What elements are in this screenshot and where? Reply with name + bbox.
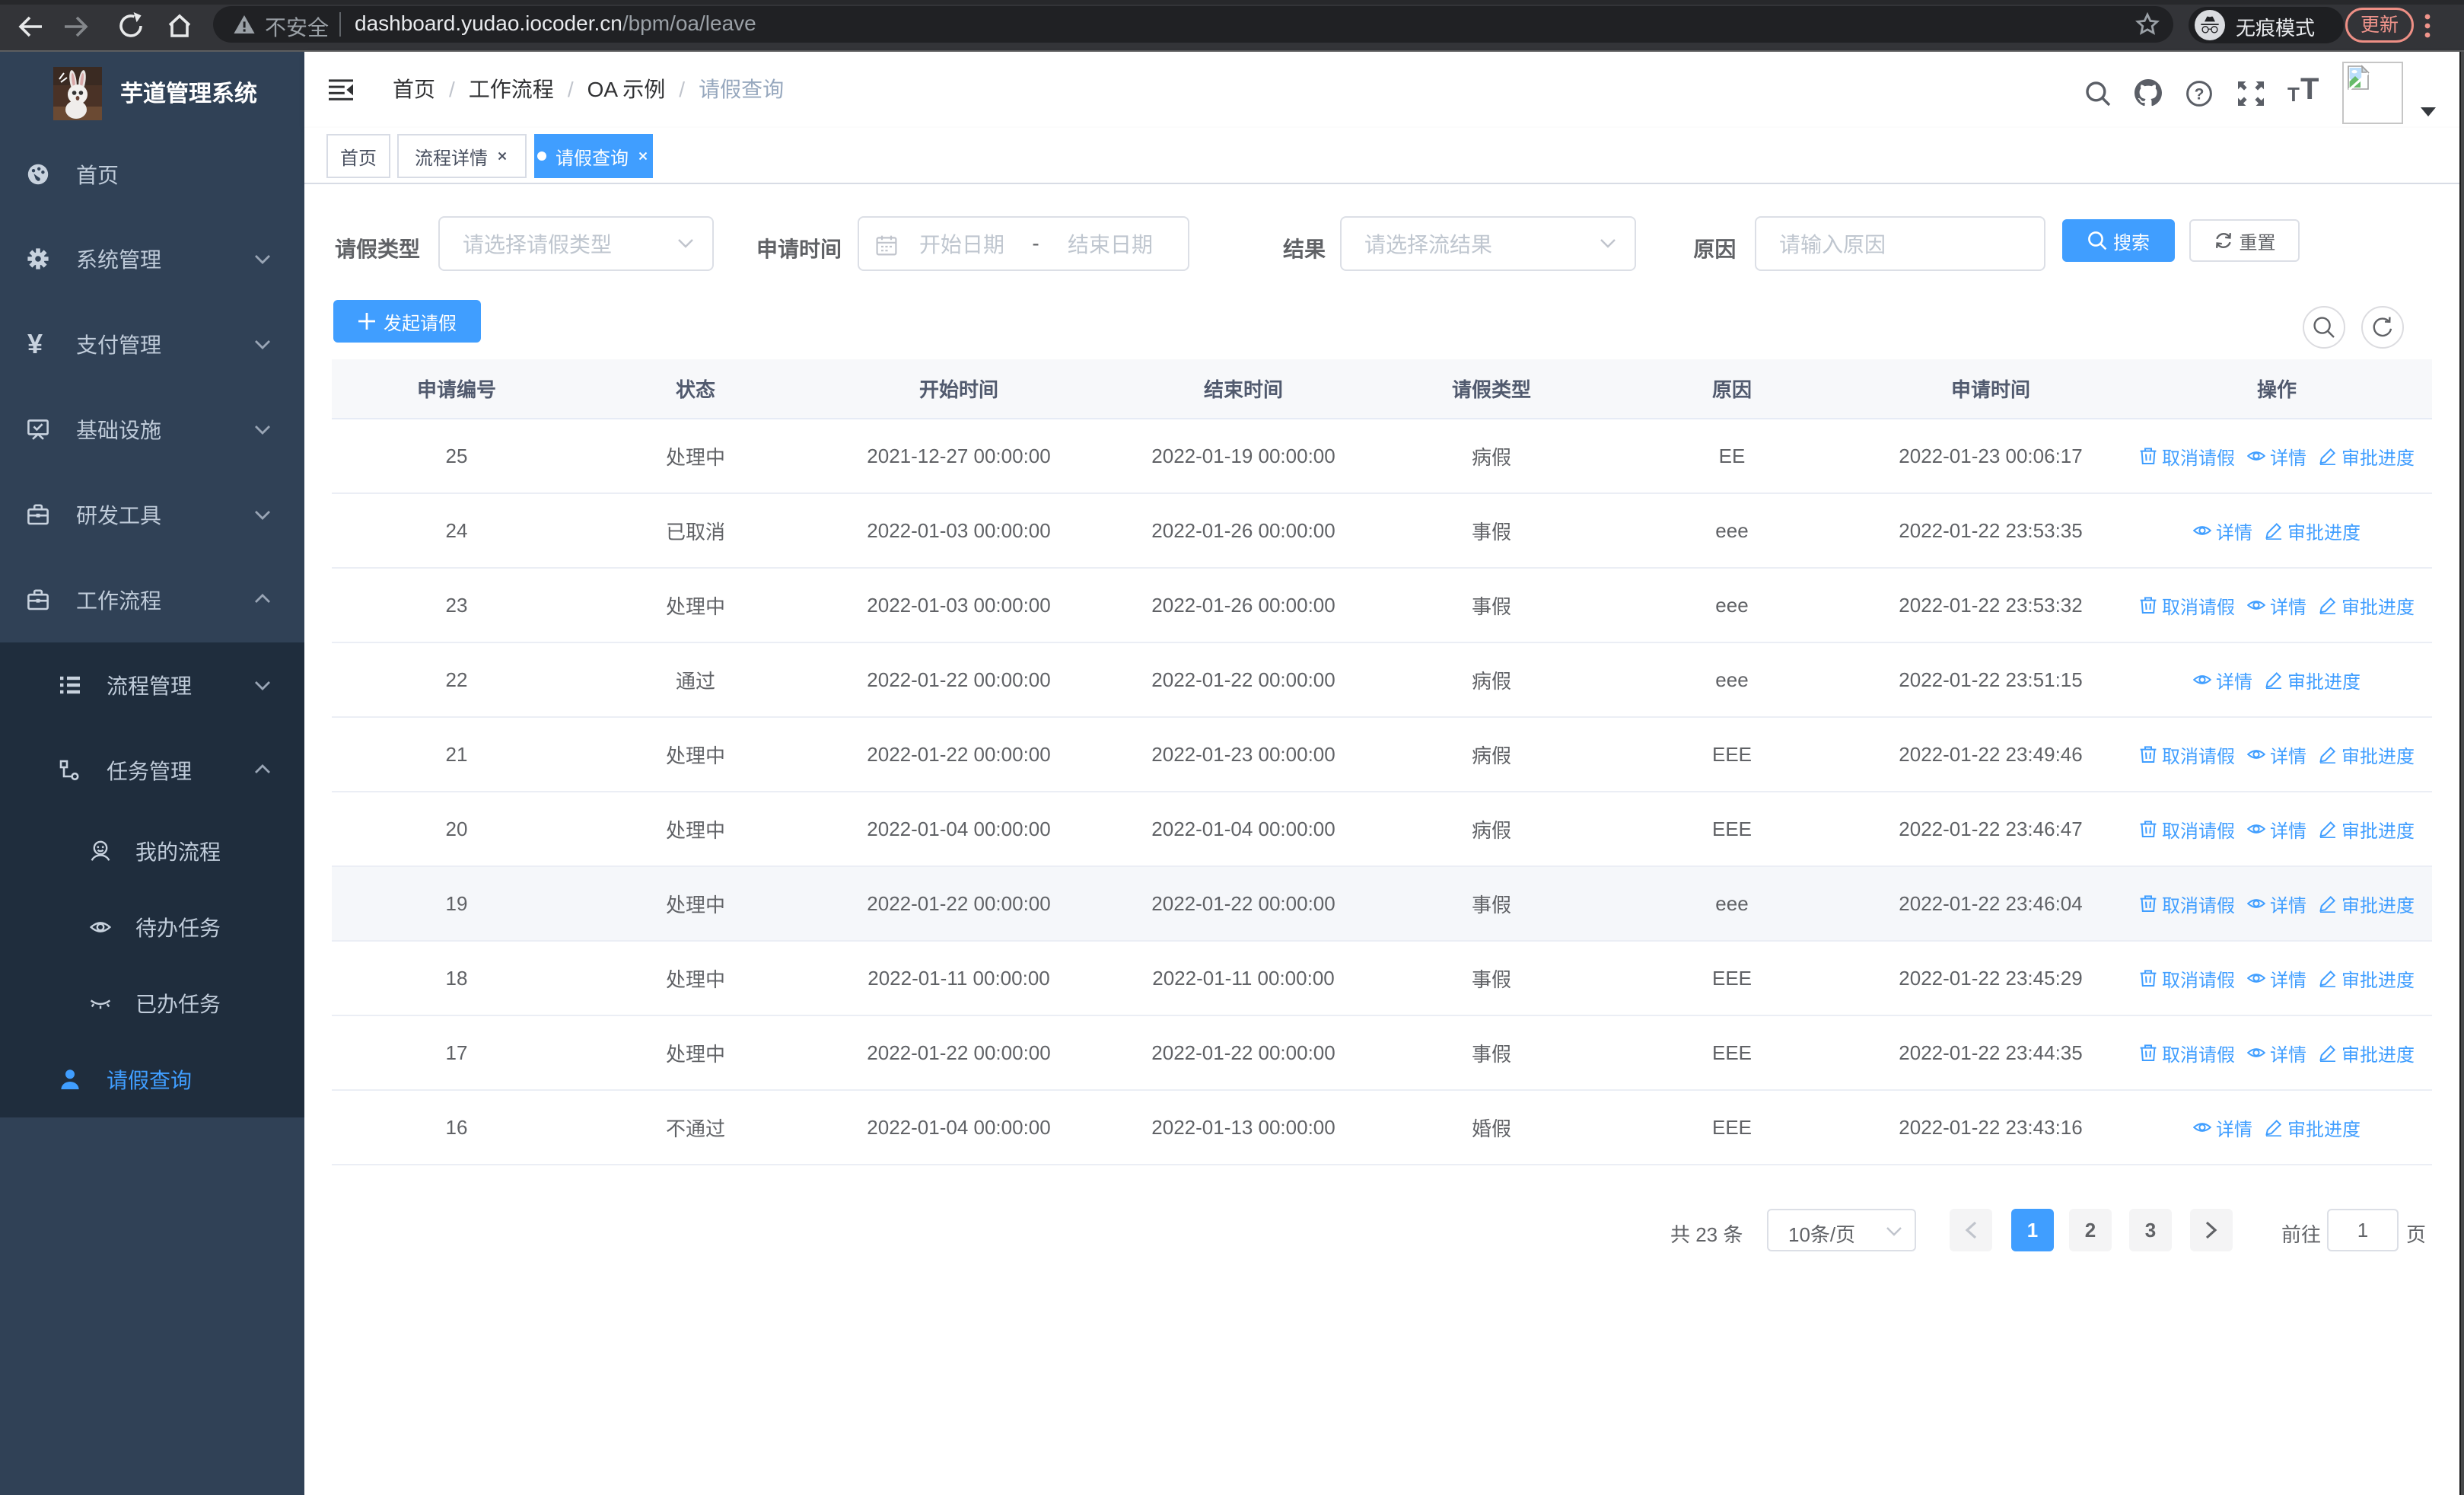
svg-text:?: ? [2195, 85, 2205, 103]
